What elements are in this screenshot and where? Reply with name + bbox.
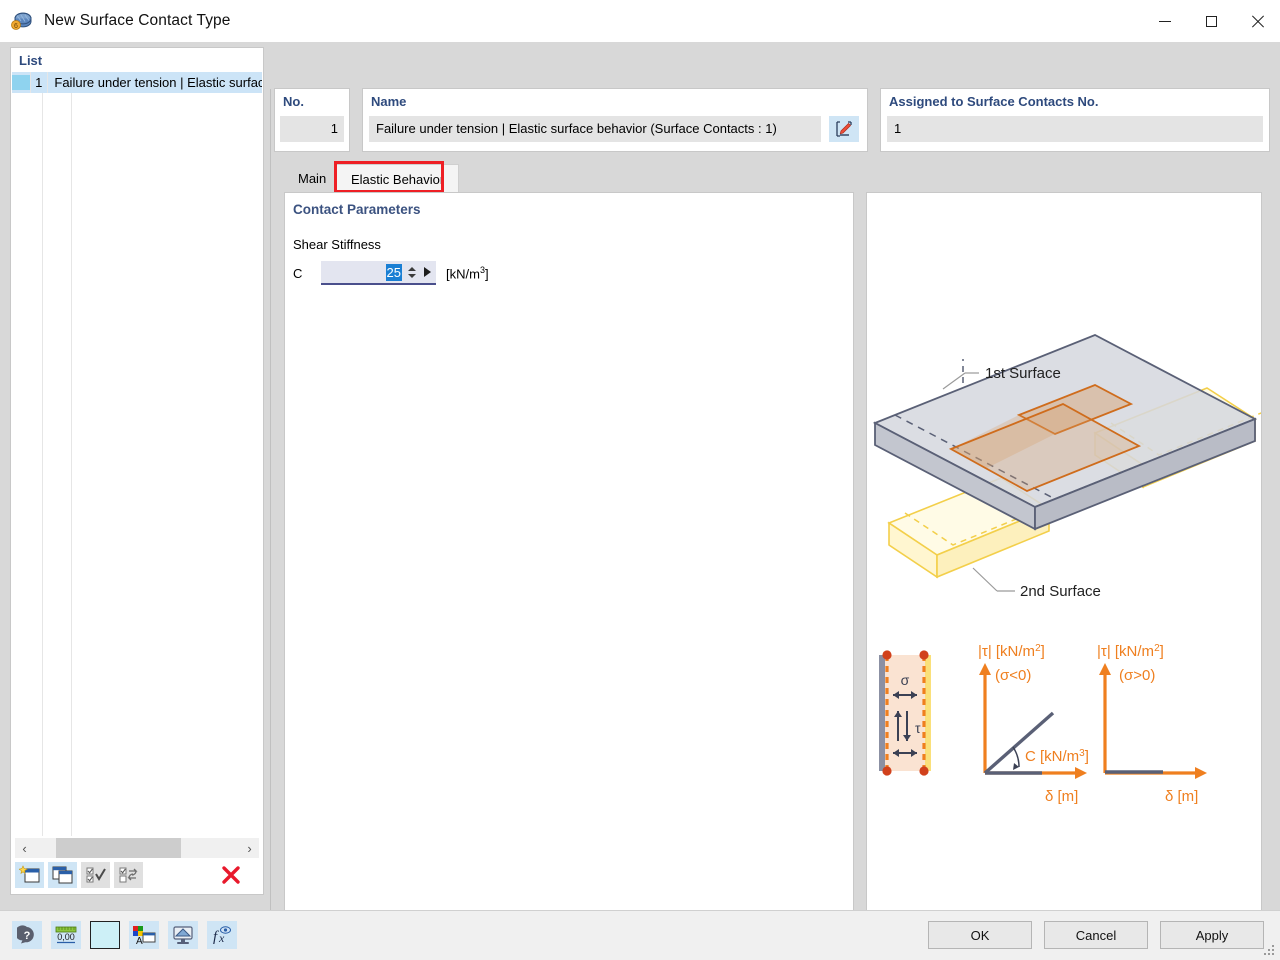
shear-stiffness-row: C 25 [kN/m3]	[293, 261, 489, 285]
plot1-y-arrow	[979, 663, 991, 675]
first-surface-label: 1st Surface	[985, 365, 1061, 382]
list-panel: List 1 Failure under tension | Elastic s…	[10, 47, 264, 895]
name-panel-header: Name	[363, 89, 867, 113]
dialog-new-surface-contact-type: 6 New Surface Contact Type List 1 Failur…	[0, 0, 1280, 960]
shear-stiffness-label: Shear Stiffness	[293, 237, 381, 252]
svg-text:A: A	[136, 936, 143, 945]
field-label-c: C	[293, 266, 321, 281]
spinner-down-icon[interactable]	[408, 274, 416, 278]
number-panel: No. 1	[274, 88, 350, 152]
assigned-panel: Assigned to Surface Contacts No. 1	[880, 88, 1270, 152]
contact-diagram: 1st Surface 2nd Surface σ	[867, 193, 1261, 931]
app-icon: 6	[10, 9, 34, 33]
tau-label: τ	[915, 720, 921, 736]
invert-selection-button[interactable]	[114, 862, 143, 888]
list-item-number: 1	[31, 72, 48, 93]
list-grid[interactable]: 1 Failure under tension | Elastic surfac…	[12, 72, 262, 836]
first-surface-leader	[943, 373, 965, 389]
window-title: New Surface Contact Type	[44, 12, 231, 30]
help-icon[interactable]: ?	[12, 921, 42, 949]
title-bar: 6 New Surface Contact Type	[0, 0, 1280, 42]
spinner-arrows[interactable]	[406, 260, 418, 284]
select-all-button[interactable]	[81, 862, 110, 888]
scrollbar-track[interactable]	[34, 838, 240, 858]
chevron-right-icon	[424, 267, 431, 277]
list-horizontal-scrollbar[interactable]: ‹ ›	[15, 838, 259, 858]
number-panel-header: No.	[275, 89, 349, 113]
second-surface-leader	[973, 568, 997, 591]
plot-sigma-negative: |τ| [kN/m2] (σ<0) C [kN/m3] δ [m]	[978, 643, 1089, 806]
minimize-button[interactable]	[1142, 0, 1188, 42]
plot1-slope-label: C [kN/m3]	[1025, 748, 1089, 766]
assigned-panel-header: Assigned to Surface Contacts No.	[881, 89, 1269, 113]
apply-button[interactable]: Apply	[1160, 921, 1264, 949]
ok-button[interactable]: OK	[928, 921, 1032, 949]
close-button[interactable]	[1234, 0, 1280, 42]
plot2-x-axis-label: δ [m]	[1165, 788, 1198, 805]
dialog-body: List 1 Failure under tension | Elastic s…	[0, 42, 1280, 910]
list-item[interactable]: 1 Failure under tension | Elastic surfac…	[12, 72, 262, 93]
color-swatch[interactable]	[12, 75, 30, 90]
field-dropdown-button[interactable]	[418, 260, 436, 284]
formula-icon[interactable]: f x	[207, 921, 237, 949]
plot1-y-axis-label: |τ| [kN/m2]	[978, 643, 1045, 661]
shear-stiffness-spinner[interactable]: 25	[321, 261, 436, 285]
spinner-up-icon[interactable]	[408, 267, 416, 271]
cancel-button[interactable]: Cancel	[1044, 921, 1148, 949]
list-panel-header: List	[11, 48, 263, 72]
tab-main[interactable]: Main	[284, 164, 340, 193]
plot2-y-axis-label: |τ| [kN/m2]	[1097, 643, 1164, 661]
plot2-x-arrow	[1195, 767, 1207, 779]
svg-text:6: 6	[14, 23, 18, 30]
list-toolbar	[15, 860, 259, 890]
footer-toolbar: ? 0,00 A	[12, 921, 237, 949]
delete-item-button[interactable]	[216, 862, 245, 888]
resize-grip[interactable]	[1264, 945, 1276, 957]
shear-stiffness-input[interactable]: 25	[321, 265, 406, 280]
plot2-y-arrow	[1099, 663, 1111, 675]
list-grid-lines	[12, 93, 262, 836]
graphic-panel: 1st Surface 2nd Surface σ	[866, 192, 1262, 932]
edit-name-button[interactable]	[829, 116, 859, 142]
units-icon[interactable]: 0,00	[51, 921, 81, 949]
shear-stiffness-unit: [kN/m3]	[446, 265, 489, 281]
number-value[interactable]: 1	[280, 116, 344, 142]
plot1-x-arrow	[1075, 767, 1087, 779]
tab-strip: Main Elastic Behavior	[274, 160, 1270, 193]
list-item-color-cell[interactable]	[12, 72, 31, 93]
maximize-button[interactable]	[1188, 0, 1234, 42]
footer-bar: ? 0,00 A	[0, 910, 1280, 960]
dialog-buttons: OK Cancel Apply	[928, 921, 1264, 949]
content-panel: Contact Parameters Shear Stiffness C 25 …	[284, 192, 854, 932]
name-input[interactable]: Failure under tension | Elastic surface …	[369, 116, 821, 142]
shear-stiffness-value: 25	[386, 264, 402, 281]
svg-text:?: ?	[24, 930, 31, 942]
display-properties-icon[interactable]: A	[129, 921, 159, 949]
list-item-name: Failure under tension | Elastic surface …	[48, 72, 262, 93]
sigma-label: σ	[901, 672, 910, 688]
second-surface-label: 2nd Surface	[1020, 583, 1101, 600]
section-title: Contact Parameters	[293, 202, 421, 217]
panel-divider	[270, 89, 271, 950]
svg-text:0,00: 0,00	[57, 932, 75, 942]
copy-item-button[interactable]	[48, 862, 77, 888]
scroll-left-icon[interactable]: ‹	[15, 838, 34, 858]
window-controls	[1142, 0, 1280, 42]
assigned-value[interactable]: 1	[887, 116, 1263, 142]
plot2-condition-label: (σ>0)	[1119, 667, 1155, 684]
plot1-condition-label: (σ<0)	[995, 667, 1031, 684]
name-panel: Name Failure under tension | Elastic sur…	[362, 88, 868, 152]
tab-elastic-behavior[interactable]: Elastic Behavior	[336, 164, 459, 194]
visibility-icon[interactable]	[168, 921, 198, 949]
color-swatch-icon[interactable]	[90, 921, 120, 949]
scroll-right-icon[interactable]: ›	[240, 838, 259, 858]
plot1-x-axis-label: δ [m]	[1045, 788, 1078, 805]
new-item-button[interactable]	[15, 862, 44, 888]
scrollbar-thumb[interactable]	[56, 838, 181, 858]
stress-block-diagram: σ τ	[879, 650, 931, 775]
plot-sigma-positive: |τ| [kN/m2] (σ>0) δ [m]	[1097, 643, 1207, 806]
